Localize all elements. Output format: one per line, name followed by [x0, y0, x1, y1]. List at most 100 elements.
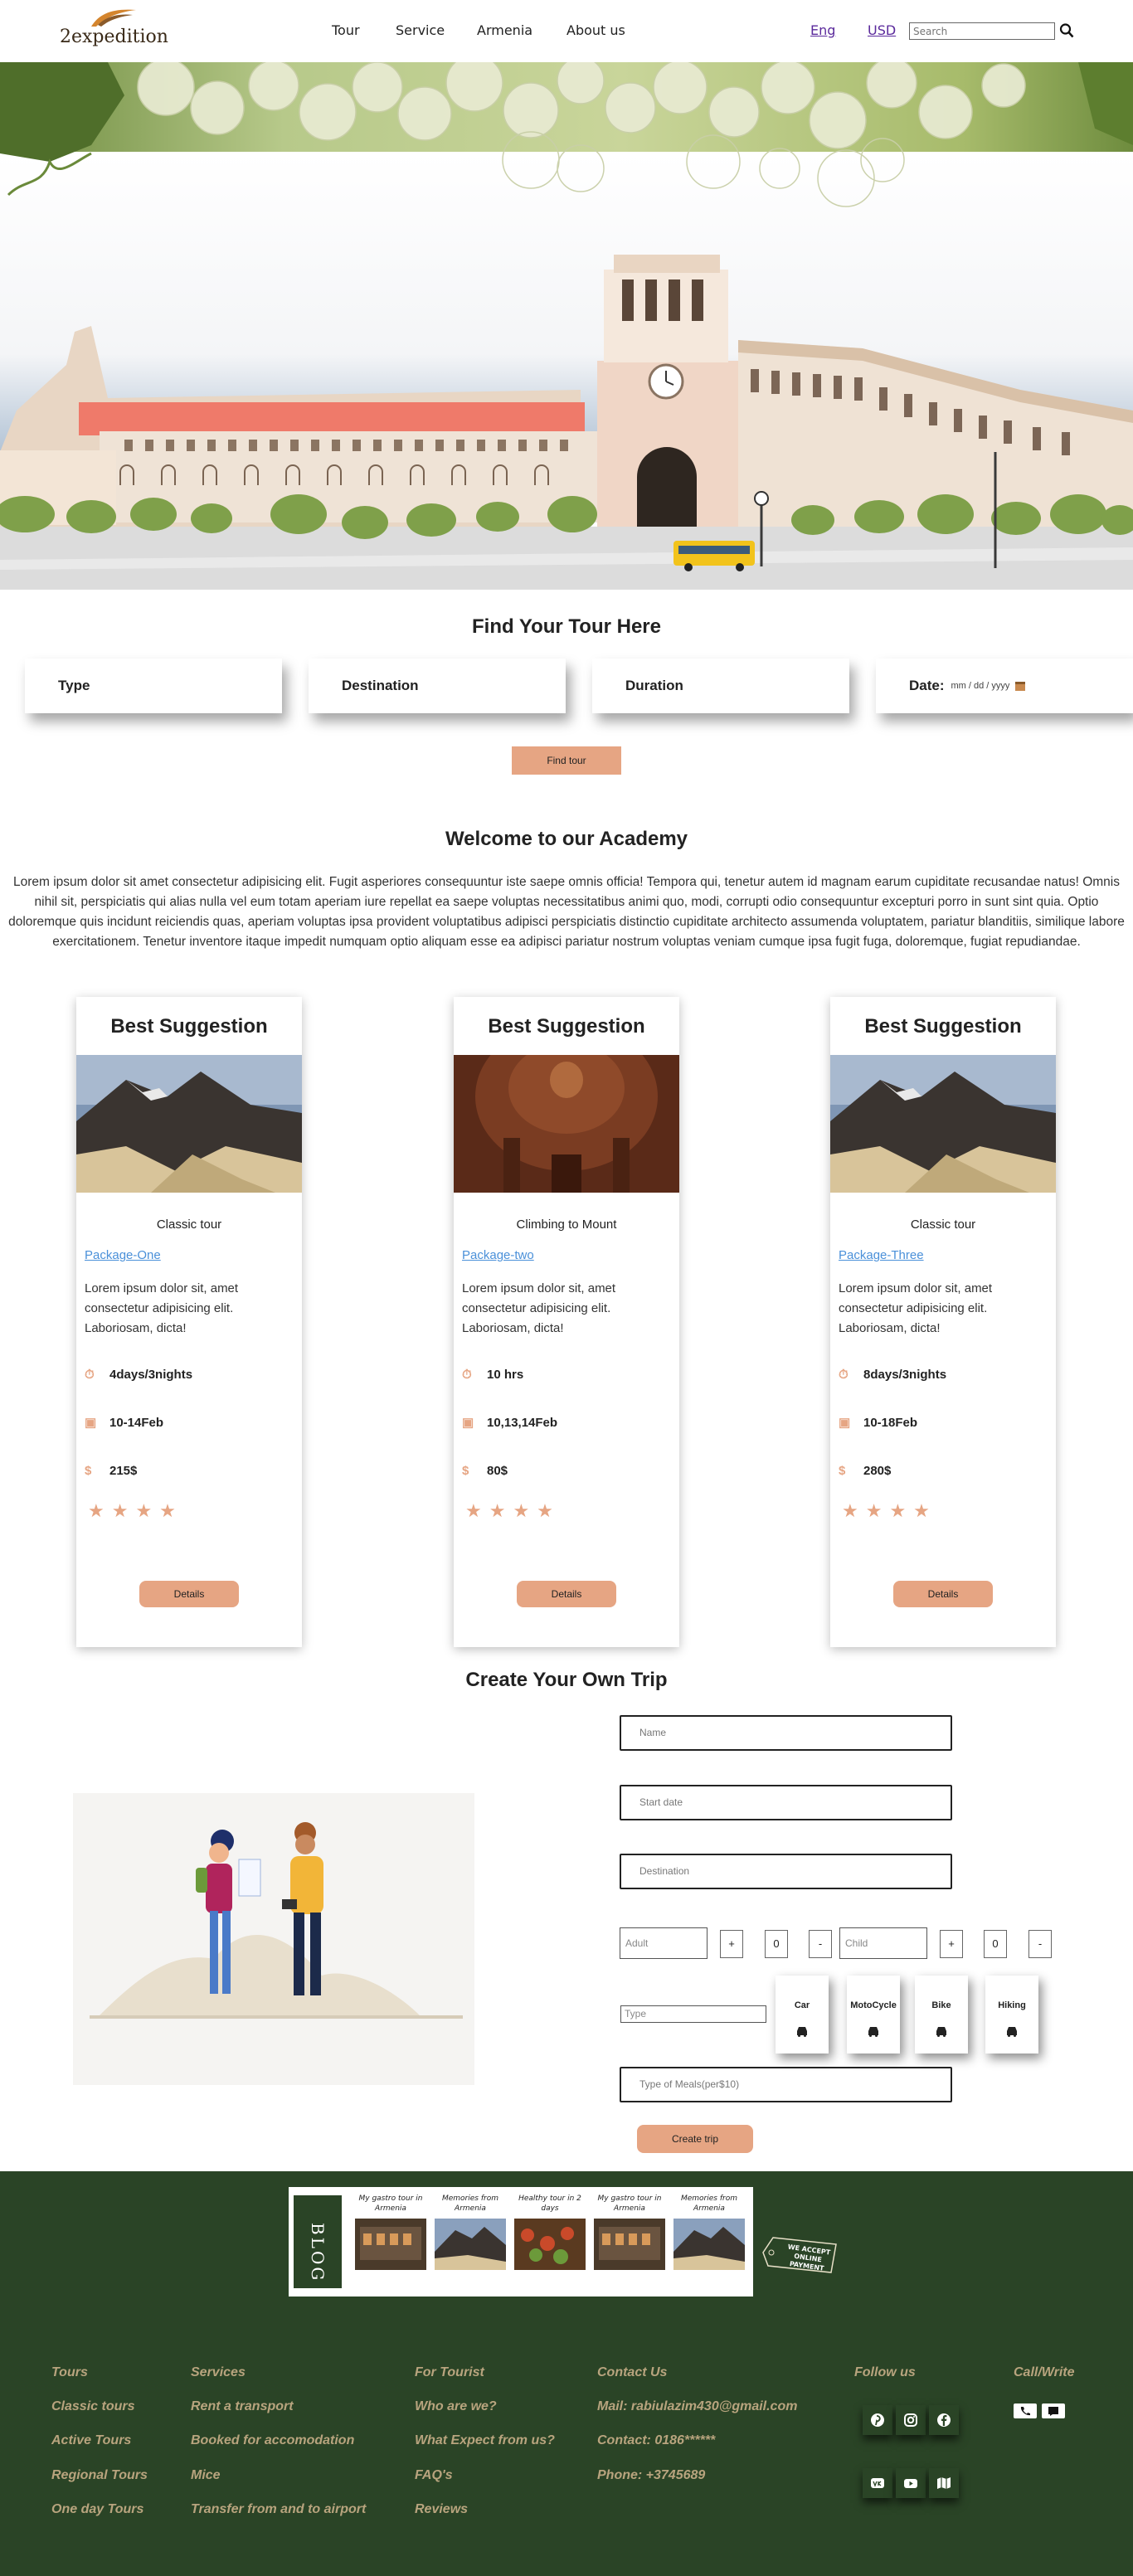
package-link[interactable]: Package-One — [85, 1248, 302, 1262]
blog-item[interactable]: Memories from Armenia — [435, 2194, 506, 2292]
blog-item[interactable]: Healthy tour in 2 days — [514, 2194, 586, 2292]
menu-about-us[interactable]: About us — [566, 22, 625, 38]
create-trip-button[interactable]: Create trip — [637, 2125, 753, 2153]
details-button[interactable]: Details — [139, 1581, 239, 1607]
package-link[interactable]: Package-Three — [839, 1248, 1056, 1262]
car-icon — [797, 2027, 807, 2037]
transport-bike[interactable]: Bike — [915, 1976, 968, 2054]
search-icon[interactable] — [1059, 22, 1074, 39]
blog-banner[interactable]: BLOG My gastro tour in Armenia Memories … — [289, 2187, 753, 2297]
menu-armenia[interactable]: Armenia — [477, 22, 532, 38]
transport-label: MotoCycle — [850, 2000, 897, 2010]
message-icon[interactable] — [1042, 2403, 1065, 2418]
transport-motocycle[interactable]: MotoCycle — [847, 1976, 900, 2054]
language-link[interactable]: Eng — [810, 22, 835, 38]
calendar-icon: ▣ — [462, 1416, 474, 1430]
child-minus-button[interactable]: - — [1028, 1930, 1052, 1958]
blog-item[interactable]: My gastro tour in Armenia — [355, 2194, 426, 2292]
instagram-icon[interactable] — [896, 2405, 926, 2435]
date-filter: Date: mm / dd / yyyy — [876, 659, 1133, 713]
blog-thumbnail — [435, 2219, 506, 2270]
footer-heading-follow: Follow us — [854, 2365, 916, 2379]
package-link[interactable]: Package-two — [462, 1248, 679, 1262]
footer-link-faqs[interactable]: FAQ's — [415, 2468, 453, 2483]
map-icon[interactable] — [929, 2468, 959, 2498]
find-tour-button[interactable]: Find tour — [512, 746, 621, 775]
card-price: $80$ — [462, 1446, 679, 1495]
facebook-icon[interactable] — [929, 2405, 959, 2435]
menu-tour[interactable]: Tour — [332, 22, 360, 38]
start-date-field[interactable]: Start date — [620, 1785, 952, 1820]
adult-field[interactable]: Adult — [620, 1927, 708, 1959]
child-plus-button[interactable]: + — [940, 1930, 963, 1958]
footer-link-mice[interactable]: Mice — [191, 2468, 221, 2483]
menu-service[interactable]: Service — [396, 22, 445, 38]
clock-icon: ⏱ — [85, 1367, 95, 1382]
vk-icon[interactable] — [863, 2468, 892, 2498]
car-icon — [1007, 2027, 1017, 2037]
card-duration: ⏱ 8days/3nights — [839, 1350, 1056, 1398]
type-filter[interactable]: Type — [25, 659, 282, 713]
card-subtitle: Classic tour — [910, 1218, 976, 1232]
child-count: 0 — [984, 1930, 1007, 1958]
meals-field[interactable]: Type of Meals(per$10) — [620, 2067, 952, 2102]
adult-minus-button[interactable]: - — [809, 1930, 832, 1958]
name-field[interactable]: Name — [620, 1715, 952, 1751]
card-dates: ▣ 10,13,14Feb — [462, 1398, 679, 1446]
destination-filter[interactable]: Destination — [309, 659, 566, 713]
date-input[interactable]: mm / dd / yyyy — [951, 680, 1027, 692]
footer-contact-mail[interactable]: Mail: rabiulazim430@gmail.com — [597, 2399, 797, 2414]
card-duration: ⏱ 10 hrs — [462, 1350, 679, 1398]
youtube-icon[interactable] — [896, 2468, 926, 2498]
footer-link-who-are-we[interactable]: Who are we? — [415, 2399, 497, 2414]
card-title: Best Suggestion — [864, 1015, 1022, 1038]
blog-caption: My gastro tour in Armenia — [597, 2194, 662, 2213]
footer-contact-number: Contact: 0186****** — [597, 2433, 716, 2447]
duration-filter-label: Duration — [625, 678, 683, 693]
phone-icon[interactable] — [1014, 2403, 1037, 2418]
footer-link-reviews[interactable]: Reviews — [415, 2502, 468, 2517]
adult-plus-button[interactable]: + — [720, 1930, 743, 1958]
transport-label: Car — [794, 2000, 810, 2010]
destination-field[interactable]: Destination — [620, 1854, 952, 1889]
blog-thumbnail — [355, 2219, 426, 2270]
clock-icon: ⏱ — [462, 1367, 472, 1382]
duration-filter[interactable]: Duration — [592, 659, 849, 713]
footer-link-rent-transport[interactable]: Rent a transport — [191, 2399, 294, 2414]
details-button[interactable]: Details — [893, 1581, 993, 1607]
blog-item[interactable]: Memories from Armenia — [673, 2194, 745, 2292]
transport-car[interactable]: Car — [776, 1976, 829, 2054]
dates-value: 10-18Feb — [863, 1415, 918, 1430]
footer-link-transfer[interactable]: Transfer from and to airport — [191, 2502, 366, 2517]
footer-link-regional-tours[interactable]: Regional Tours — [51, 2468, 148, 2483]
footer-link-what-expect[interactable]: What Expect from us? — [415, 2433, 555, 2448]
footer-link-accomodation[interactable]: Booked for accomodation — [191, 2433, 354, 2448]
logo[interactable]: 2expedition — [58, 5, 174, 55]
transport-hiking[interactable]: Hiking — [985, 1976, 1038, 2054]
blog-item[interactable]: My gastro tour in Armenia — [594, 2194, 665, 2292]
footer-link-classic-tours[interactable]: Classic tours — [51, 2399, 134, 2414]
rating-stars: ★★★★ — [465, 1501, 561, 1522]
dollar-icon: $ — [462, 1463, 469, 1478]
dates-value: 10-14Feb — [109, 1415, 164, 1430]
footer-link-one-day-tours[interactable]: One day Tours — [51, 2502, 143, 2517]
pinterest-icon[interactable] — [863, 2405, 892, 2435]
dollar-icon: $ — [839, 1463, 846, 1478]
details-button[interactable]: Details — [517, 1581, 616, 1607]
calendar-icon[interactable] — [1014, 680, 1026, 692]
car-icon — [868, 2027, 878, 2037]
card-dates: ▣ 10-14Feb — [85, 1398, 302, 1446]
footer-contact-phone: Phone: +3745689 — [597, 2468, 706, 2482]
mountain-image — [76, 1055, 302, 1193]
top-nav: 2expedition Tour Service Armenia About u… — [0, 0, 1133, 62]
footer-link-active-tours[interactable]: Active Tours — [51, 2433, 131, 2448]
type-field[interactable]: Type — [620, 2005, 766, 2023]
dollar-icon: $ — [85, 1463, 92, 1478]
duration-value: 4days/3nights — [109, 1367, 193, 1382]
card-price: $215$ — [85, 1446, 302, 1495]
search-input[interactable] — [909, 22, 1055, 40]
price-value: 215$ — [109, 1463, 138, 1478]
hero-illustration — [0, 62, 1133, 590]
currency-link[interactable]: USD — [868, 22, 896, 38]
child-field[interactable]: Child — [839, 1927, 927, 1959]
